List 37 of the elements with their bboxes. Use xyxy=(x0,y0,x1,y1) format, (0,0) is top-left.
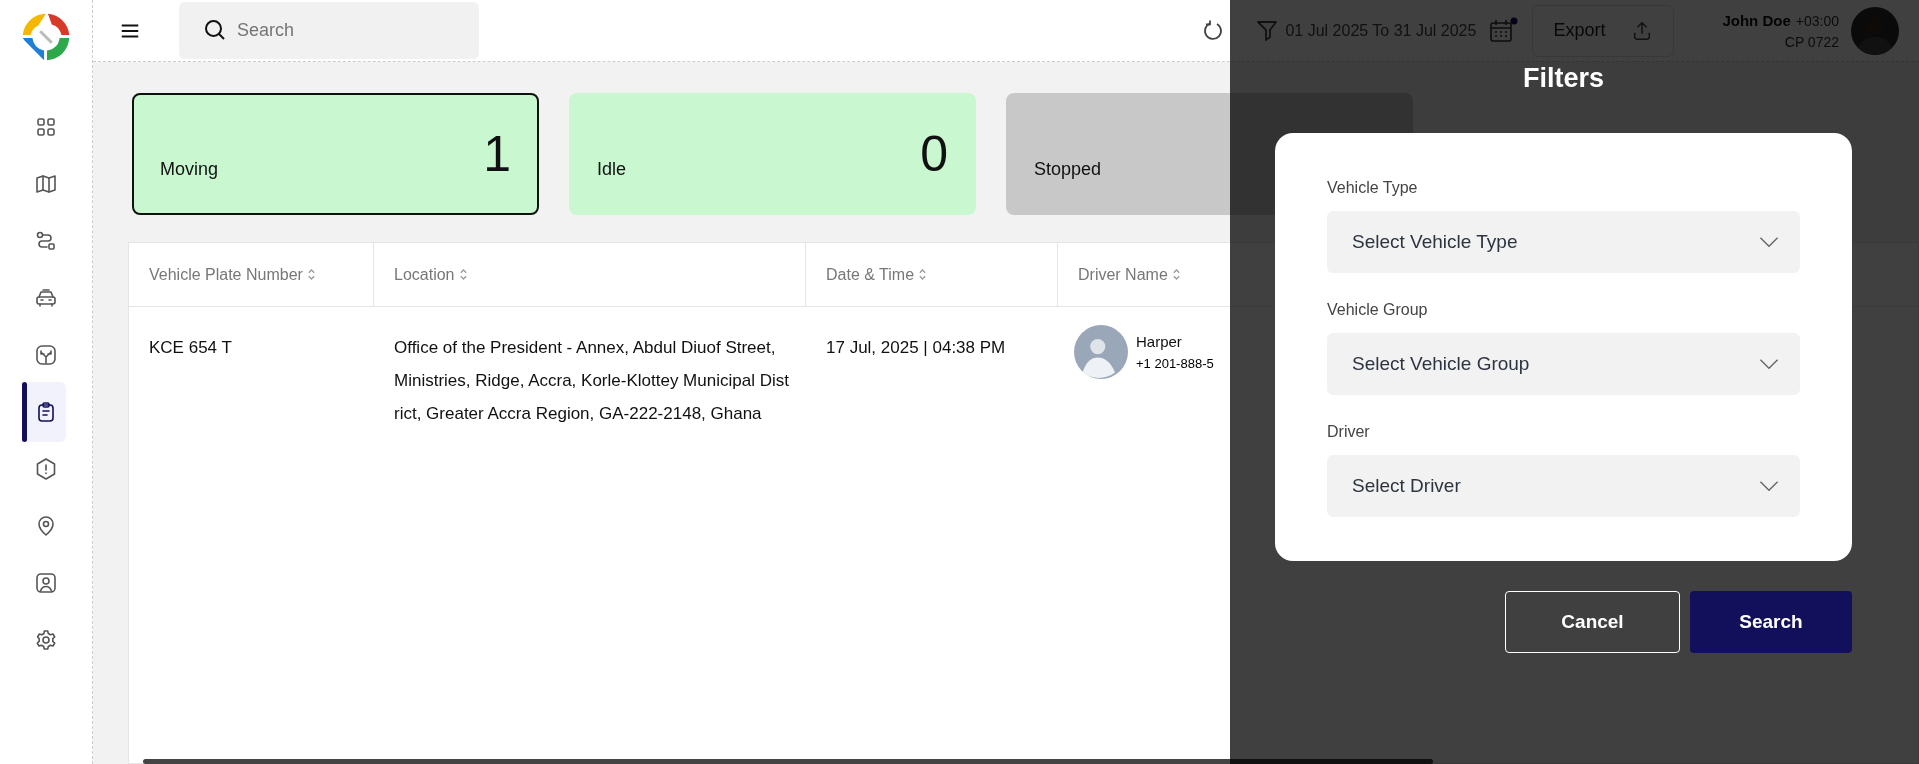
driver-avatar xyxy=(1074,325,1128,379)
select-field[interactable]: Select Vehicle Group xyxy=(1327,333,1800,395)
chevron-down-icon xyxy=(1758,358,1780,370)
user-name: John Doe xyxy=(1722,11,1791,29)
sort-icon xyxy=(1171,268,1181,281)
alert-icon xyxy=(34,457,58,481)
sort-icon xyxy=(918,268,928,281)
driver-name: Harper xyxy=(1136,332,1183,352)
column-header[interactable]: Vehicle Plate Number xyxy=(129,243,374,306)
map-icon xyxy=(34,172,58,196)
column-header[interactable]: Date & Time xyxy=(806,243,1058,306)
table-cell: 17 Jul, 2025 | 04:38 PM xyxy=(826,338,1006,357)
sort-icon xyxy=(306,268,316,281)
search-button[interactable]: Search xyxy=(1690,591,1852,653)
chevron-down-icon xyxy=(1758,480,1780,492)
grid-icon xyxy=(34,115,58,139)
fork-icon xyxy=(34,343,58,367)
route-icon xyxy=(34,229,58,253)
field-label: Driver xyxy=(1327,423,1371,441)
table-cell: Office of the President - Annex, Abdul Diuof Street, Ministries, Ridge, Accra, Korle-Klottey Municipal District, Greater Accra Region, GA-222-2148, Ghana xyxy=(394,338,789,423)
status-card[interactable]: Idle 0 xyxy=(569,93,976,215)
select-field[interactable]: Select Vehicle Type xyxy=(1327,211,1800,273)
sort-icon xyxy=(458,268,468,281)
cancel-button[interactable]: Cancel xyxy=(1505,591,1680,653)
status-card[interactable]: Moving 1 xyxy=(132,93,539,215)
search-icon xyxy=(203,18,227,42)
select-field[interactable]: Select Driver xyxy=(1327,455,1800,517)
user-icon xyxy=(34,571,58,595)
driver-phone: +1 201-888-5 xyxy=(1136,355,1214,373)
search-field[interactable]: Search xyxy=(179,2,479,59)
car-icon xyxy=(34,286,58,310)
field-label: Vehicle Group xyxy=(1327,301,1429,319)
chevron-down-icon xyxy=(1758,236,1780,248)
table-cell: KCE 654 T xyxy=(149,338,232,357)
drawer-title: Filters xyxy=(1522,62,1605,94)
column-header[interactable]: Location xyxy=(374,243,806,306)
settings-icon xyxy=(34,628,58,652)
